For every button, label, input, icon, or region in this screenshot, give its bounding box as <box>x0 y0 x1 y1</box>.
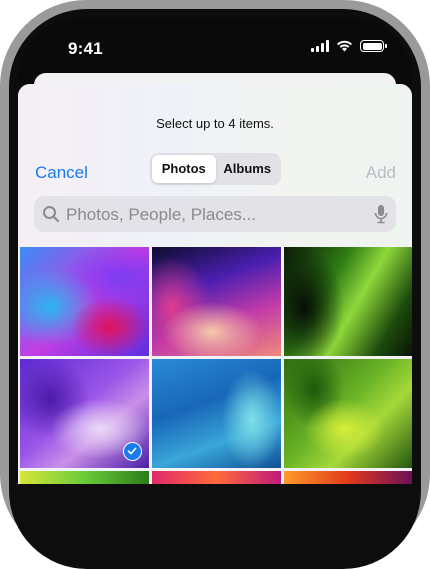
add-button[interactable]: Add <box>366 163 396 183</box>
selection-prompt: Select up to 4 items. <box>156 116 274 131</box>
photo-thumbnail[interactable] <box>284 359 412 468</box>
search-input[interactable] <box>64 196 368 234</box>
photo-thumbnail[interactable] <box>20 471 149 484</box>
cancel-button[interactable]: Cancel <box>35 163 88 183</box>
photo-thumbnail[interactable] <box>152 359 281 468</box>
photos-albums-segmented-control[interactable]: Photos Albums <box>150 153 281 185</box>
tab-albums[interactable]: Albums <box>216 155 280 183</box>
status-icons <box>311 40 387 52</box>
device-screen: 9:41 Select up to 4 items. Cancel Photos <box>18 18 412 484</box>
search-field[interactable] <box>34 196 396 234</box>
photo-thumbnail[interactable] <box>152 471 281 484</box>
photo-thumbnail[interactable] <box>20 247 149 356</box>
photo-thumbnail-selected[interactable] <box>20 359 149 468</box>
checkmark-icon <box>123 442 142 461</box>
status-time: 9:41 <box>68 39 103 58</box>
photo-grid <box>18 247 412 484</box>
photo-picker-sheet: Select up to 4 items. Cancel Photos Albu… <box>18 84 412 484</box>
search-icon <box>43 206 59 222</box>
wifi-icon <box>337 40 352 52</box>
microphone-icon[interactable] <box>374 204 388 224</box>
photo-thumbnail[interactable] <box>284 471 412 484</box>
photo-thumbnail[interactable] <box>152 247 281 356</box>
picker-header: Select up to 4 items. Cancel Photos Albu… <box>18 84 412 246</box>
status-bar: 9:41 <box>18 18 412 78</box>
tab-photos[interactable]: Photos <box>152 155 216 183</box>
battery-icon <box>360 40 387 52</box>
photo-thumbnail[interactable] <box>284 247 412 356</box>
cellular-signal-icon <box>311 40 329 52</box>
